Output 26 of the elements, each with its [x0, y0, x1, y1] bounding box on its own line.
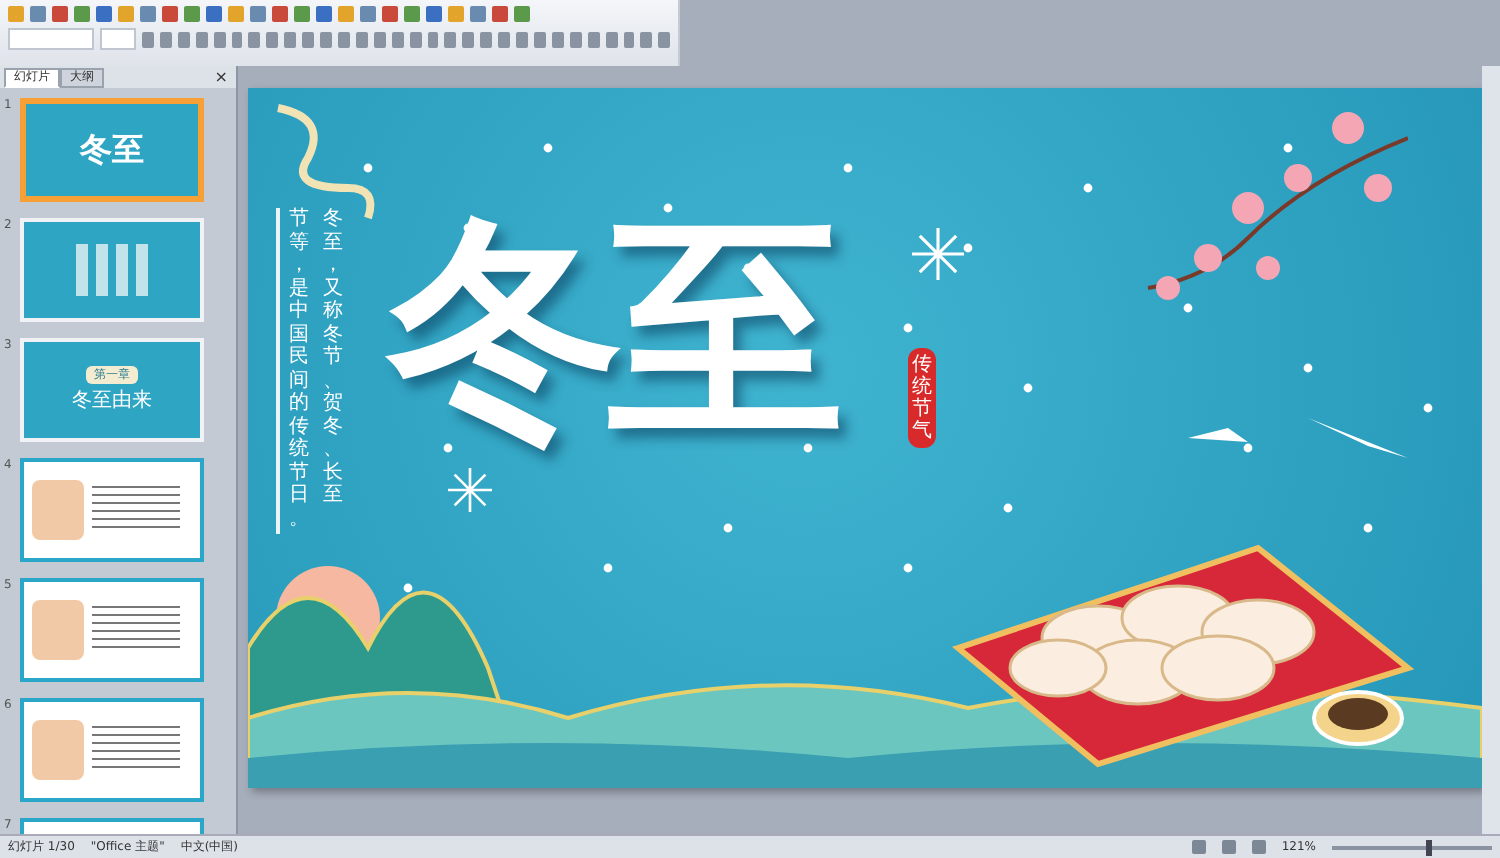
font-size-dropdown[interactable]: [100, 28, 137, 50]
slide-thumbnail[interactable]: [20, 458, 204, 562]
illustration-placeholder: [32, 600, 84, 660]
close-button[interactable]: ×: [214, 68, 228, 86]
text-line-drawing: [136, 244, 148, 296]
intro-text-column: 节等，是中国民间的传统节日。: [286, 208, 312, 534]
illustration-placeholder: [32, 480, 84, 540]
snowflake-icon: [912, 228, 964, 280]
slide-thumbnail[interactable]: [20, 578, 204, 682]
normal-view-icon[interactable]: [1191, 840, 1206, 854]
text-line-drawing: [116, 244, 128, 296]
thumbnail-title: 冬至: [80, 129, 144, 171]
font-dropdown[interactable]: [8, 28, 95, 50]
seal-stamp: 传统节气: [908, 348, 936, 448]
intro-text-column: 冬至，又称冬节、贺冬、长至: [320, 208, 346, 511]
sorter-view-icon[interactable]: [1221, 840, 1236, 854]
slide-title: 冬至: [388, 198, 828, 458]
text-line-drawing: [76, 244, 88, 296]
slide-thumbnail[interactable]: [20, 698, 204, 802]
illustration-placeholder: [32, 720, 84, 780]
scrollbar[interactable]: [1482, 66, 1500, 834]
snowflake-icon: [448, 468, 492, 512]
zoom-slider-thumb[interactable]: [1426, 839, 1432, 855]
thumbnail-title: 冬至由来: [72, 387, 152, 414]
slideshow-icon[interactable]: [1251, 840, 1266, 854]
text-line-drawing: [96, 244, 108, 296]
